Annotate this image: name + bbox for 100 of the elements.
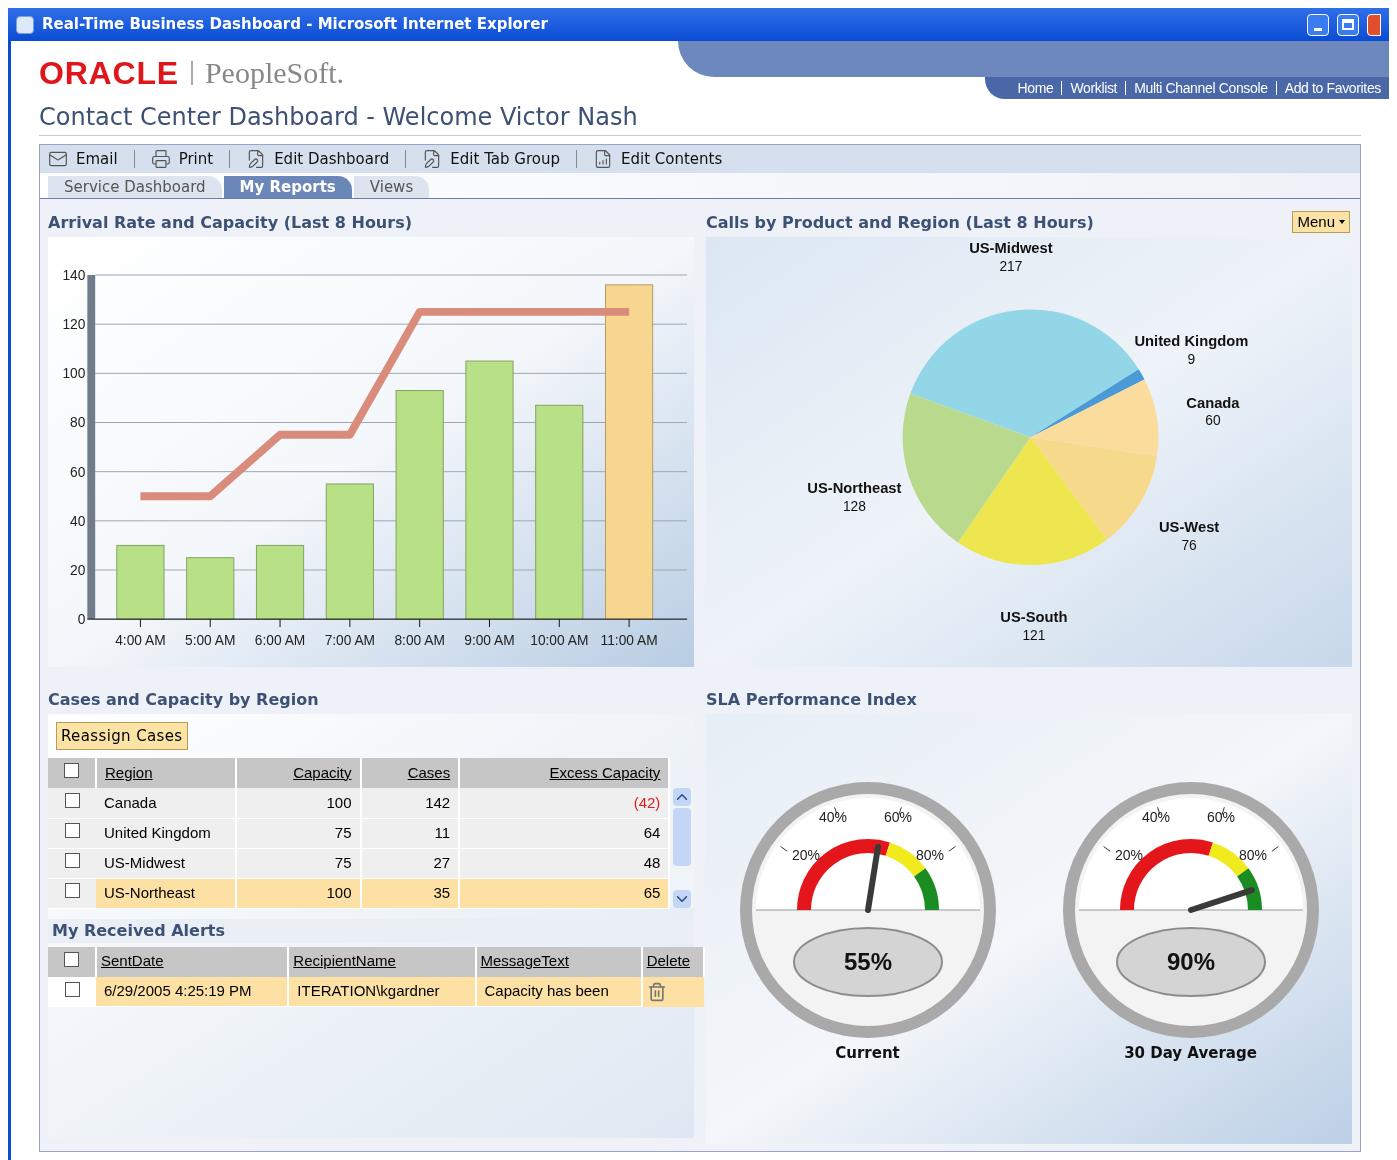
table-row[interactable]: United Kingdom 75 11 64	[48, 818, 670, 848]
scrollbar[interactable]	[670, 788, 694, 908]
minimize-button[interactable]	[1307, 13, 1329, 36]
page-title: Contact Center Dashboard - Welcome Victor Nash	[39, 102, 638, 133]
tab[interactable]: Service Dashboard	[48, 176, 222, 198]
toolbar-button[interactable]: Edit Tab Group	[422, 147, 560, 171]
table-cell: Capacity has been	[475, 976, 642, 1007]
chart-bar	[186, 557, 235, 620]
toolbar-icon	[593, 149, 613, 169]
toolbar-button[interactable]: Print	[150, 147, 214, 171]
toolbar-icon	[150, 149, 171, 169]
checkbox[interactable]	[64, 883, 80, 898]
pie-label: Canada	[1186, 394, 1240, 411]
table-cell: United Kingdom	[96, 818, 236, 848]
axis-category-label: 9:00 AM	[464, 632, 515, 648]
trash-icon[interactable]	[646, 981, 667, 1002]
panel-title: Calls by Product and Region (Last 8 Hours)	[706, 212, 1094, 234]
panel-title: Arrival Rate and Capacity (Last 8 Hours)	[48, 212, 413, 234]
gauge-caption: Current	[835, 1043, 900, 1064]
logo-brand: ORACLE	[39, 57, 179, 89]
checkbox[interactable]	[64, 951, 79, 967]
tab[interactable]: My Reports	[223, 176, 352, 198]
pie-value-label: 121	[1022, 627, 1046, 643]
checkbox[interactable]	[64, 792, 80, 808]
table-cell: 6/29/2005 4:25:19 PM	[96, 976, 289, 1007]
gauge-reading: 55%	[843, 948, 892, 975]
pie-value-label: 217	[999, 259, 1023, 275]
gauge-reading: 90%	[1166, 948, 1215, 975]
scroll-down-icon[interactable]	[673, 890, 692, 908]
table-cell: 27	[360, 848, 460, 878]
table-cell: Canada	[96, 788, 236, 818]
axis-category-label: 10:00 AM	[530, 632, 589, 648]
checkbox[interactable]	[64, 763, 79, 778]
axis-tick-label: 80	[70, 415, 86, 431]
header-link[interactable]: Worklist	[1070, 77, 1118, 99]
axis-tick-label: 120	[62, 317, 86, 333]
browser-icon	[16, 15, 34, 34]
checkbox[interactable]	[64, 853, 80, 868]
table-row[interactable]: US-Midwest 75 27 48	[48, 848, 670, 878]
toolbar-button[interactable]: Edit Contents	[593, 147, 723, 171]
axis-tick-label: 140	[62, 267, 86, 283]
table-cell: 142	[360, 788, 460, 818]
table-cell: US-Midwest	[96, 848, 236, 878]
panel-title: SLA Performance Index	[706, 689, 918, 711]
scroll-up-icon[interactable]	[673, 788, 692, 806]
header-link[interactable]: Home	[1017, 77, 1054, 99]
toolbar-button[interactable]: Email	[48, 147, 118, 171]
pie-label: US-South	[1000, 609, 1068, 626]
pie-value-label: 76	[1181, 537, 1197, 553]
table-cell: 48	[459, 848, 670, 878]
pie-value-label: 128	[842, 499, 866, 515]
axis-tick-label: 20	[70, 562, 86, 578]
axis-tick-label: 40	[70, 513, 86, 529]
gauge-tick-label: 80%	[1238, 847, 1267, 863]
pie-label: US-Midwest	[969, 240, 1053, 257]
axis-category-label: 5:00 AM	[185, 632, 236, 648]
gauge-tick-label: 60%	[883, 809, 912, 825]
gauge-tick-label: 20%	[1114, 847, 1143, 863]
caret-icon	[1339, 220, 1345, 224]
toolbar-icon	[48, 149, 68, 169]
table-cell: US-Northeast	[96, 878, 236, 908]
gauge-caption: 30 Day Average	[1124, 1043, 1257, 1064]
axis-tick-label: 100	[62, 366, 86, 382]
tab[interactable]: Views	[353, 176, 430, 198]
table-row[interactable]: US-Northeast 100 35 65	[48, 878, 670, 908]
gauge-tick-label: 40%	[818, 809, 847, 825]
header-link[interactable]: Add to Favorites	[1284, 77, 1381, 99]
axis-category-label: 11:00 AM	[600, 632, 658, 648]
pie-value-label: 60	[1205, 413, 1221, 429]
toolbar-button[interactable]: Edit Dashboard	[246, 147, 390, 171]
header-link[interactable]: Multi Channel Console	[1134, 77, 1268, 99]
axis-category-label: 6:00 AM	[254, 632, 306, 648]
pie-value-label: 9	[1187, 351, 1196, 367]
gauge-tick-label: 60%	[1206, 809, 1235, 825]
scrollbar-thumb[interactable]	[673, 808, 692, 866]
table-cell: (42)	[459, 788, 670, 818]
axis-tick-label: 60	[70, 464, 86, 480]
maximize-button[interactable]	[1337, 13, 1359, 36]
axis-category-label: 7:00 AM	[324, 632, 376, 648]
panel-title: Cases and Capacity by Region	[48, 689, 320, 711]
menu-button[interactable]: Menu	[1292, 211, 1350, 233]
table-cell: 35	[360, 878, 460, 908]
pie-label: US-Northeast	[807, 480, 902, 497]
logo-product: PeopleSoft.	[204, 58, 345, 88]
reassign-button[interactable]: Reassign Cases	[56, 722, 188, 750]
table-cell: ITERATION\kgardner	[288, 976, 476, 1007]
table-cell: 65	[459, 878, 670, 908]
axis-category-label: 4:00 AM	[115, 632, 166, 648]
window-title: Real-Time Business Dashboard - Microsoft Internet Explorer	[42, 14, 549, 36]
table-row[interactable]: Canada 100 142 (42)	[48, 788, 670, 818]
gauge-tick-label: 40%	[1141, 809, 1170, 825]
checkbox[interactable]	[64, 981, 80, 997]
close-button[interactable]	[1367, 13, 1381, 36]
table-cell: 11	[360, 818, 460, 848]
table-cell: 75	[236, 818, 361, 848]
panel-title: My Received Alerts	[48, 918, 694, 943]
table-row[interactable]: 6/29/2005 4:25:19 PM ITERATION\kgardner Capacity has been	[48, 976, 704, 1007]
checkbox[interactable]	[64, 823, 80, 838]
gauge-tick-label: 20%	[791, 847, 820, 863]
pie-label: United Kingdom	[1134, 333, 1249, 350]
